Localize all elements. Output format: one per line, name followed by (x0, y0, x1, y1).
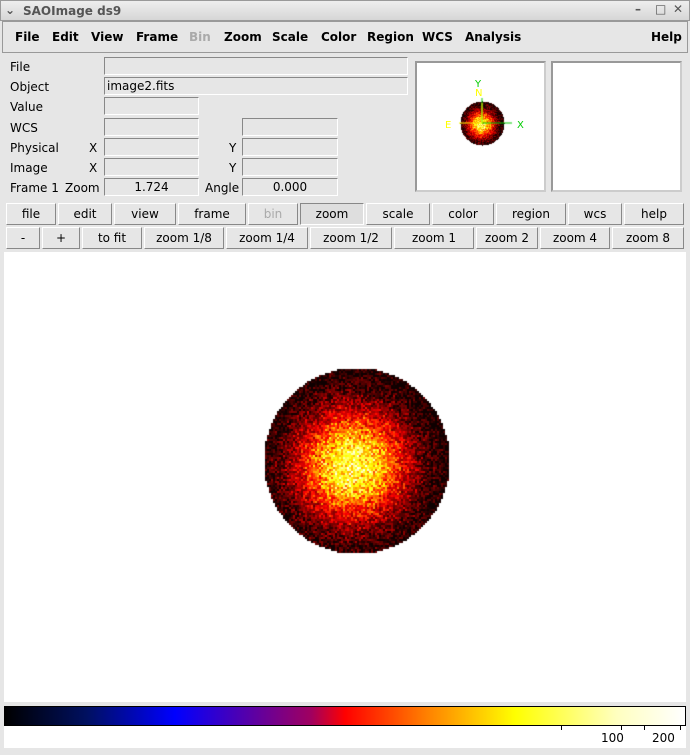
menu-bar: File Edit View Frame Bin Zoom Scale Colo… (2, 21, 688, 53)
menu-edit[interactable]: Edit (52, 30, 79, 44)
physical-x-label: X (89, 141, 98, 155)
zoom-field: 1.724 (104, 178, 199, 196)
close-icon[interactable]: ✕ (673, 2, 683, 16)
colorbar-scale: 100 200 (4, 726, 686, 748)
title-bar: ⌄ SAOImage ds9 – □ ✕ (0, 0, 690, 21)
button-scale[interactable]: scale (366, 203, 430, 225)
menu-color[interactable]: Color (321, 30, 356, 44)
button-color[interactable]: color (432, 203, 494, 225)
button-edit[interactable]: edit (58, 203, 112, 225)
button-region[interactable]: region (496, 203, 566, 225)
colorbar-tick (561, 726, 562, 730)
zoom-button-zoom-1-4[interactable]: zoom 1/4 (226, 227, 308, 249)
menu-scale[interactable]: Scale (272, 30, 308, 44)
zoom-button-zoom-1[interactable]: zoom 1 (394, 227, 474, 249)
button-zoom[interactable]: zoom (300, 203, 364, 225)
physical-x-field (104, 138, 199, 156)
menu-bin: Bin (189, 30, 211, 44)
colorbar-tick (621, 726, 622, 730)
fits-image[interactable] (4, 252, 686, 702)
wcs-y-field (242, 118, 338, 136)
button-help[interactable]: help (624, 203, 684, 225)
zoom-button-zoom-4[interactable]: zoom 4 (540, 227, 610, 249)
button-bin: bin (248, 203, 298, 225)
zoom-button-zoom-2[interactable]: zoom 2 (476, 227, 538, 249)
value-label: Value (10, 100, 43, 114)
frame-label: Frame 1 (10, 181, 59, 195)
zoom-button--[interactable]: - (6, 227, 40, 249)
zoom-button-to-fit[interactable]: to fit (82, 227, 142, 249)
zoom-button-zoom-8[interactable]: zoom 8 (612, 227, 684, 249)
menu-frame[interactable]: Frame (136, 30, 178, 44)
physical-y-field (242, 138, 338, 156)
panner-x-label: X (517, 120, 524, 131)
zoom-button-zoom-1-2[interactable]: zoom 1/2 (310, 227, 392, 249)
wcs-x-field (104, 118, 199, 136)
object-label: Object (10, 80, 50, 94)
window-title: SAOImage ds9 (23, 4, 122, 18)
menu-view[interactable]: View (91, 30, 123, 44)
zoom-button--[interactable]: + (42, 227, 80, 249)
button-wcs[interactable]: wcs (568, 203, 622, 225)
image-x-label: X (89, 161, 98, 175)
angle-label: Angle (205, 181, 240, 195)
magnifier (551, 61, 682, 192)
menu-region[interactable]: Region (367, 30, 414, 44)
button-frame[interactable]: frame (178, 203, 246, 225)
image-y-field (242, 158, 338, 176)
zoom-button-zoom-1-8[interactable]: zoom 1/8 (144, 227, 224, 249)
colorbar (4, 706, 686, 726)
panner-east-label: E (445, 120, 452, 131)
menu-analysis[interactable]: Analysis (465, 30, 521, 44)
value-field (104, 97, 199, 115)
object-field: image2.fits (104, 77, 408, 95)
menu-wcs[interactable]: WCS (422, 30, 453, 44)
colorbar-tick (680, 726, 681, 730)
image-display[interactable] (4, 252, 686, 702)
colorbar-tick-label: 200 (652, 731, 675, 745)
physical-y-label: Y (229, 141, 237, 155)
physical-label: Physical (10, 141, 59, 155)
image-x-field (104, 158, 199, 176)
image-y-label: Y (229, 161, 237, 175)
panner-north-label: N (475, 88, 483, 99)
panner[interactable]: Y N E X (415, 61, 546, 192)
window-menu-chevron-icon[interactable]: ⌄ (5, 3, 15, 17)
zoom-label: Zoom (65, 181, 100, 195)
button-file[interactable]: file (6, 203, 56, 225)
file-label: File (10, 60, 31, 74)
menu-zoom[interactable]: Zoom (224, 30, 262, 44)
file-field (104, 57, 408, 75)
menu-file[interactable]: File (15, 30, 40, 44)
colorbar-tick (644, 726, 645, 730)
image-label: Image (10, 161, 48, 175)
wcs-label: WCS (10, 121, 38, 135)
angle-field: 0.000 (242, 178, 338, 196)
colorbar-tick-label: 100 (601, 731, 624, 745)
button-view[interactable]: view (114, 203, 176, 225)
minimize-icon[interactable]: – (635, 2, 641, 16)
maximize-icon[interactable]: □ (655, 2, 666, 16)
menu-help[interactable]: Help (651, 30, 682, 44)
